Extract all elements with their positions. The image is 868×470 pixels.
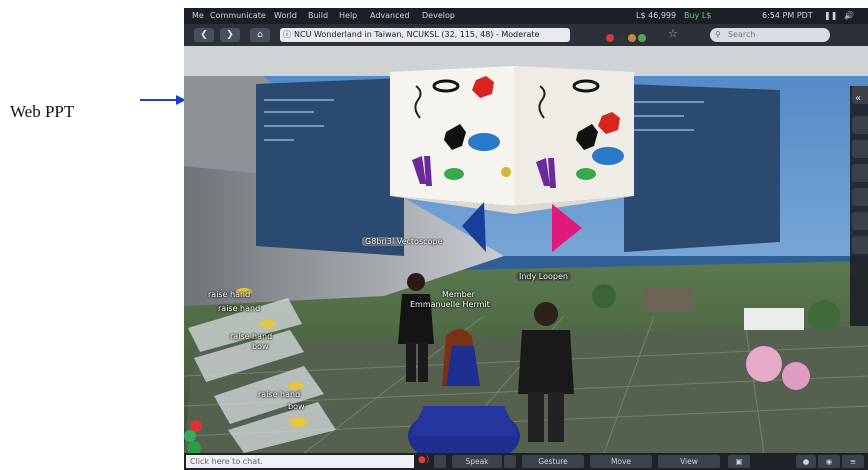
sidebar-home-button[interactable] xyxy=(852,116,868,134)
home-icon: ⌂ xyxy=(257,30,263,40)
camera-icon: ▣ xyxy=(735,457,743,466)
sidebar-inventory-button[interactable] xyxy=(852,236,868,254)
avatar-name-vectoscope[interactable]: G8bri3l Vectoscope xyxy=(362,237,446,246)
chat-bubble-icon[interactable]: ●) xyxy=(418,455,429,465)
world-scene[interactable]: G8bri3l Vectoscope Indy Loopen Member Em… xyxy=(184,46,868,453)
chevron-right-icon: ❯ xyxy=(226,30,234,40)
pause-icon[interactable]: ❚❚ xyxy=(824,8,837,24)
gesture-label-bow-1[interactable]: bow xyxy=(252,342,269,351)
view-label: View xyxy=(680,457,698,466)
menu-develop[interactable]: Develop xyxy=(422,8,455,24)
menu-me[interactable]: Me xyxy=(192,8,204,24)
gesture-label-raise-hand-4[interactable]: raise hand xyxy=(258,390,300,399)
move-label: Move xyxy=(610,457,632,466)
search-icon: ⚲ xyxy=(715,30,721,39)
snapshot-button[interactable]: ▣ xyxy=(728,455,750,468)
info-icon: ⓘ xyxy=(283,30,291,39)
gesture-label-raise-hand-1[interactable]: raise hand xyxy=(208,290,250,299)
location-field[interactable]: ⓘ NCU Wonderland in Taiwan, NCUKSL (32, … xyxy=(280,28,570,42)
menu-advanced[interactable]: Advanced xyxy=(370,8,410,24)
bottom-toolbar: Click here to chat. ●) Speak Gesture Mov… xyxy=(184,453,868,470)
chat-log-button[interactable]: ≡ xyxy=(842,455,864,468)
menu-bar: Me Communicate World Build Help Advanced… xyxy=(184,8,868,24)
gesture-label-raise-hand-3[interactable]: raise hand xyxy=(230,332,272,341)
chat-options-button[interactable] xyxy=(434,455,446,468)
back-button[interactable]: ❮ xyxy=(194,28,214,42)
gesture-label-raise-hand-2[interactable]: raise hand xyxy=(218,304,260,313)
double-chevron-left-icon: « xyxy=(855,93,862,104)
sidebar-collapse-button[interactable]: « xyxy=(852,86,868,104)
forward-button[interactable]: ❯ xyxy=(220,28,240,42)
volume-icon[interactable]: 🔊 xyxy=(844,8,854,24)
location-text: NCU Wonderland in Taiwan, NCUKSL (32, 11… xyxy=(294,30,540,39)
navigation-bar: ❮ ❯ ⌂ ⓘ NCU Wonderland in Taiwan, NCUKSL… xyxy=(184,24,868,46)
search-field[interactable]: ⚲ Search xyxy=(710,28,830,42)
move-button[interactable]: Move xyxy=(590,455,652,468)
parcel-properties-icons[interactable] xyxy=(604,29,648,42)
menu-world[interactable]: World xyxy=(274,8,297,24)
sidebar-places-button[interactable] xyxy=(852,188,868,206)
menu-help[interactable]: Help xyxy=(339,8,357,24)
sidebar-people-button[interactable] xyxy=(852,164,868,182)
view-button[interactable]: View xyxy=(658,455,720,468)
conversations-button[interactable]: ◉ xyxy=(818,455,840,468)
annotation-label: Web PPT xyxy=(10,102,75,121)
gesture-label: Gesture xyxy=(538,457,568,466)
sidebar-appearance-button[interactable] xyxy=(852,212,868,230)
person-icon: ● xyxy=(802,457,810,466)
speak-label: Speak xyxy=(465,457,489,466)
people-button[interactable]: ● xyxy=(796,455,816,468)
avatar-group-title: Member xyxy=(442,290,475,299)
annotation-arrow xyxy=(140,95,186,105)
sidebar-me-button[interactable] xyxy=(852,140,868,158)
avatar-name-hermit[interactable]: Emmanuelle Hermit xyxy=(410,300,490,309)
gesture-label-bow-2[interactable]: bow xyxy=(288,402,305,411)
clock-text: 6:54 PM PDT xyxy=(762,11,813,20)
menu-communicate[interactable]: Communicate xyxy=(210,8,266,24)
speak-button[interactable]: Speak xyxy=(452,455,502,468)
chevron-left-icon: ❮ xyxy=(200,30,208,40)
avatar-name-loopen[interactable]: Indy Loopen xyxy=(516,272,571,281)
chat-input[interactable]: Click here to chat. xyxy=(186,455,414,468)
search-placeholder: Search xyxy=(728,30,756,39)
home-button[interactable]: ⌂ xyxy=(250,28,270,42)
chat-log-icon: ≡ xyxy=(849,457,857,466)
menu-build[interactable]: Build xyxy=(308,8,328,24)
favorite-star-icon[interactable]: ☆ xyxy=(668,27,678,40)
balance-text: L$ 46,999 xyxy=(636,11,677,20)
buy-currency-link[interactable]: Buy L$ xyxy=(684,8,711,24)
gesture-button[interactable]: Gesture xyxy=(522,455,584,468)
speech-bubble-icon: ◉ xyxy=(825,457,833,466)
speak-options-button[interactable] xyxy=(504,455,516,468)
viewer-window: Me Communicate World Build Help Advanced… xyxy=(184,8,868,470)
chat-placeholder: Click here to chat. xyxy=(190,457,263,466)
